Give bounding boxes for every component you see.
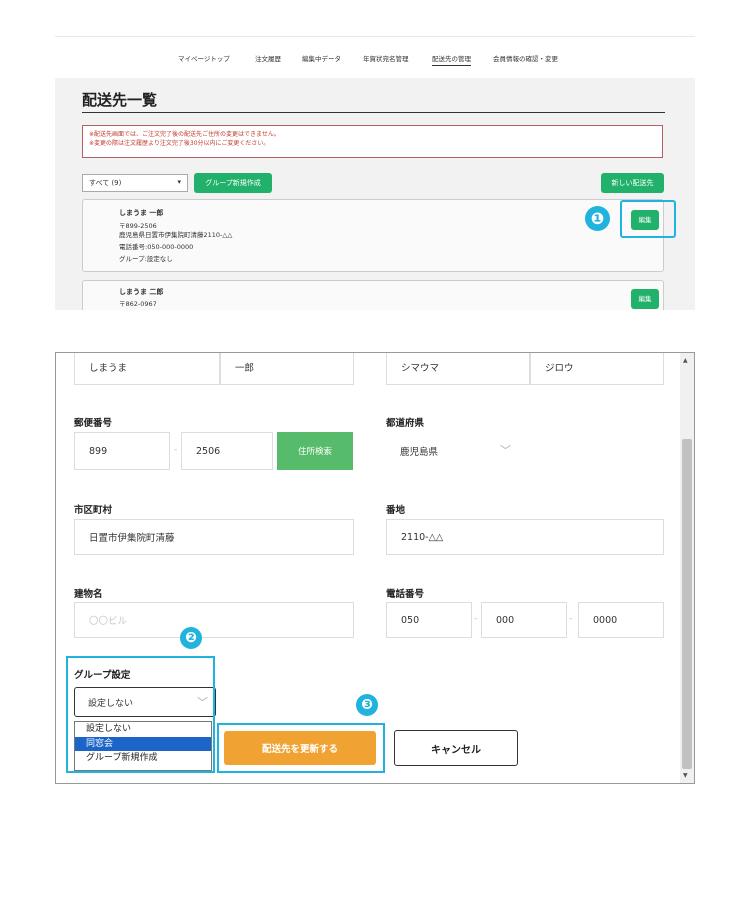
phone-label: 電話番号 [386, 589, 425, 600]
postal-code-1-input[interactable]: 899 [74, 432, 170, 470]
first-name-kana-input[interactable]: ジロウ [530, 353, 664, 385]
nav-shipping-management[interactable]: 配送先の管理 [432, 53, 471, 66]
address-search-button[interactable]: 住所検索 [277, 432, 353, 470]
nav-new-year-address[interactable]: 年賀状宛名管理 [363, 53, 409, 63]
nav-order-history[interactable]: 注文履歴 [255, 53, 281, 63]
phone-1-input[interactable]: 050 [386, 602, 472, 638]
nav-editing-data[interactable]: 編集中データ [302, 53, 341, 63]
nav-member-info[interactable]: 会員情報の確認・変更 [493, 53, 558, 63]
notice-line: ※配送先画面では、ご注文完了後の配送先ご住所の変更はできません。 [89, 131, 280, 138]
street-input[interactable]: 2110-△△ [386, 519, 664, 555]
street-label: 番地 [386, 505, 406, 516]
postal-label: 郵便番号 [74, 418, 113, 429]
postal-code-2-input[interactable]: 2506 [181, 432, 273, 470]
last-name-kana-input[interactable]: シマウマ [386, 353, 530, 385]
group-setting-highlight [66, 656, 215, 773]
group-filter-value: すべて (9) [89, 179, 122, 187]
card-name: しまうま 二郎 [119, 288, 164, 296]
step-badge-2: ❷ [180, 627, 202, 649]
form-scrollbar[interactable]: ▲ ▼ [680, 353, 694, 783]
edit-button[interactable]: 編集 [631, 289, 659, 309]
scroll-up-icon[interactable]: ▲ [683, 357, 688, 364]
card-zip: 〒862-0967 [119, 300, 157, 308]
title-divider [82, 112, 665, 113]
step-badge-3: ❸ [356, 694, 378, 716]
scroll-down-icon[interactable]: ▼ [683, 772, 688, 779]
update-button-highlight [217, 723, 385, 773]
phone-2-input[interactable]: 000 [481, 602, 567, 638]
card-group: グループ:設定なし [119, 255, 173, 263]
chevron-down-icon: ▾ [177, 178, 181, 186]
city-label: 市区町村 [74, 505, 113, 516]
cancel-button[interactable]: キャンセル [394, 730, 518, 766]
address-card: しまうま 一郎 〒899-2506 鹿児島県日置市伊集院町清藤2110-△△ 電… [82, 199, 664, 272]
chevron-down-icon: ﹀ [500, 444, 511, 457]
phone-dash: - [474, 614, 478, 624]
prefecture-select[interactable]: 鹿児島県 ﹀ [386, 432, 524, 470]
phone-dash: - [569, 614, 573, 624]
prefecture-label: 都道府県 [386, 418, 425, 429]
postal-dash: - [174, 445, 178, 455]
page-title: 配送先一覧 [82, 91, 158, 109]
last-name-input[interactable]: しまうま [74, 353, 220, 385]
notice-line: ※変更の際は注文履歴より注文完了後30分以内にご変更ください。 [89, 140, 270, 147]
mypage-nav: マイページトップ 注文履歴 編集中データ 年賀状宛名管理 配送先の管理 会員情報… [0, 53, 747, 69]
new-group-button[interactable]: グループ新規作成 [194, 173, 272, 193]
city-input[interactable]: 日置市伊集院町清藤 [74, 519, 354, 555]
card-address: 鹿児島県日置市伊集院町清藤2110-△△ [119, 231, 233, 239]
address-edit-form: しまうま 一郎 シマウマ ジロウ 郵便番号 899 - 2506 住所検索 都道… [55, 352, 695, 784]
card-phone: 電話番号:050-000-0000 [119, 243, 194, 251]
prefecture-value: 鹿児島県 [400, 447, 439, 458]
building-label: 建物名 [74, 589, 103, 600]
nav-mypage-top[interactable]: マイページトップ [178, 53, 230, 63]
step-badge-1: ❶ [585, 206, 610, 231]
notice-box: ※配送先画面では、ご注文完了後の配送先ご住所の変更はできません。 ※変更の際は注… [82, 125, 663, 158]
building-input[interactable]: 〇〇ビル [74, 602, 354, 638]
panel-gap [55, 310, 747, 350]
phone-3-input[interactable]: 0000 [578, 602, 664, 638]
header-divider [55, 36, 695, 37]
new-address-button[interactable]: 新しい配送先 [601, 173, 664, 193]
edit-button-highlight [620, 200, 676, 238]
card-name: しまうま 一郎 [119, 209, 164, 217]
scroll-thumb[interactable] [682, 439, 692, 769]
first-name-input[interactable]: 一郎 [220, 353, 354, 385]
group-filter-select[interactable]: すべて (9) ▾ [82, 174, 188, 192]
